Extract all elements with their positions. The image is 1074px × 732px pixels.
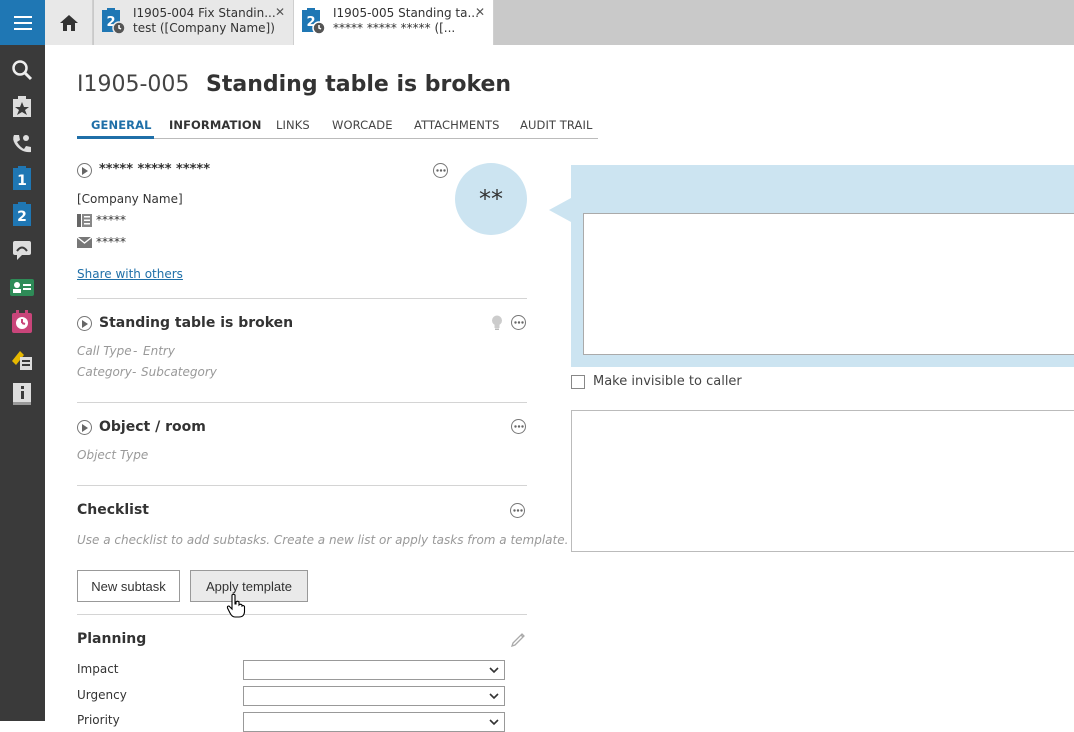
caller-name: ***** ***** ***** <box>99 162 211 177</box>
speech-bubble-tail <box>549 198 571 222</box>
checklist-hint: Use a checklist to add subtasks. Create … <box>77 533 569 547</box>
priority-select[interactable] <box>243 712 505 732</box>
ticket-2-clock-icon: 2 <box>102 8 126 35</box>
separator: - <box>133 344 138 358</box>
urgency-select[interactable] <box>243 686 505 706</box>
divider <box>77 402 527 403</box>
internal-note-input[interactable] <box>571 410 1074 552</box>
page-tabs: GENERAL INFORMATION LINKS WORCADE ATTACH… <box>77 118 598 139</box>
alarm-clock-icon[interactable] <box>8 308 36 336</box>
expand-caller-button[interactable] <box>77 163 92 178</box>
svg-text:1: 1 <box>17 173 27 189</box>
entry-field[interactable]: Entry <box>143 344 175 358</box>
caller-email: ***** <box>96 235 126 249</box>
ticket-id: I1905-005 <box>77 72 190 97</box>
impact-select[interactable] <box>243 660 505 680</box>
menu-button[interactable] <box>0 0 45 45</box>
urgency-label: Urgency <box>77 688 127 702</box>
edit-pen-icon[interactable] <box>510 630 527 647</box>
rocket-list-icon[interactable] <box>8 345 36 373</box>
separator: - <box>132 365 137 379</box>
left-nav: 1 2 <box>0 0 45 721</box>
chat-icon[interactable] <box>8 236 36 264</box>
object-title: Object / room <box>99 419 206 435</box>
hand-cursor-icon <box>226 593 246 618</box>
caller-company: [Company Name] <box>77 192 183 206</box>
caller-message-input[interactable] <box>583 213 1074 355</box>
active-tab-indicator <box>77 136 154 139</box>
call-type-field[interactable]: Call Type <box>77 344 132 358</box>
lightbulb-icon[interactable] <box>491 315 503 330</box>
divider <box>77 485 527 486</box>
chevron-down-icon <box>489 719 499 726</box>
tab-links[interactable]: LINKS <box>276 118 310 132</box>
search-icon[interactable] <box>8 56 36 84</box>
object-type-field[interactable]: Object Type <box>77 448 148 462</box>
make-invisible-label: Make invisible to caller <box>593 374 742 389</box>
document-tab-bar: 2 I1905-004 Fix Standin... test ([Compan… <box>45 0 1074 45</box>
tab-information[interactable]: INFORMATION <box>169 118 261 132</box>
checklist-more-button[interactable] <box>510 503 525 518</box>
phone-book-icon <box>77 214 92 227</box>
play-icon <box>82 166 88 175</box>
checklist-title: Checklist <box>77 502 149 518</box>
apply-template-button[interactable]: Apply template <box>190 570 308 602</box>
expand-summary-button[interactable] <box>77 316 92 331</box>
expand-object-button[interactable] <box>77 420 92 435</box>
tab-subtitle: test ([Company Name]) <box>133 21 275 35</box>
object-more-button[interactable] <box>511 419 526 434</box>
close-tab-icon[interactable]: ✕ <box>275 5 285 19</box>
email-icon <box>77 237 92 248</box>
home-icon <box>59 14 78 31</box>
summary-title: Standing table is broken <box>99 315 294 331</box>
star-ticket-icon[interactable] <box>8 93 36 121</box>
divider <box>77 298 527 299</box>
ticket-2-clock-icon: 2 <box>302 8 326 35</box>
menu-icon <box>13 15 32 30</box>
share-with-others-link[interactable]: Share with others <box>77 267 183 281</box>
play-icon <box>82 319 88 328</box>
tab-general[interactable]: GENERAL <box>91 118 152 132</box>
tab-i1905-004[interactable]: 2 I1905-004 Fix Standin... test ([Compan… <box>94 0 294 45</box>
ticket-1-icon[interactable]: 1 <box>8 164 36 192</box>
more-icon <box>513 321 524 324</box>
tab-attachments[interactable]: ATTACHMENTS <box>414 118 500 132</box>
phone-icon[interactable] <box>8 129 36 157</box>
category-field[interactable]: Category <box>77 365 132 379</box>
chevron-down-icon <box>489 667 499 674</box>
caller-phone: ***** <box>96 213 126 227</box>
home-tab[interactable] <box>45 0 93 45</box>
tab-audit-trail[interactable]: AUDIT TRAIL <box>520 118 593 132</box>
page-title: Standing table is broken <box>206 72 512 97</box>
tab-title: I1905-004 Fix Standin... <box>133 6 276 20</box>
chevron-down-icon <box>489 693 499 700</box>
impact-label: Impact <box>77 662 119 676</box>
planning-title: Planning <box>77 631 147 647</box>
contact-card-icon[interactable] <box>8 273 36 301</box>
caller-more-button[interactable] <box>433 163 448 178</box>
ticket-2-icon[interactable]: 2 <box>8 200 36 228</box>
info-book-icon[interactable] <box>8 380 36 408</box>
summary-more-button[interactable] <box>511 315 526 330</box>
avatar: ** <box>455 163 527 235</box>
tab-worcade[interactable]: WORCADE <box>332 118 393 132</box>
subcategory-field[interactable]: Subcategory <box>141 365 217 379</box>
more-icon <box>513 425 524 428</box>
close-tab-icon[interactable]: ✕ <box>475 5 485 19</box>
make-invisible-checkbox[interactable] <box>571 375 585 389</box>
play-icon <box>82 423 88 432</box>
svg-text:2: 2 <box>17 209 27 225</box>
new-subtask-button[interactable]: New subtask <box>77 570 180 602</box>
tab-i1905-005[interactable]: 2 I1905-005 Standing ta... ***** ***** *… <box>294 0 494 45</box>
more-icon <box>512 509 523 512</box>
more-icon <box>435 169 446 172</box>
tab-title: I1905-005 Standing ta... <box>333 6 479 20</box>
priority-label: Priority <box>77 713 120 727</box>
tab-subtitle: ***** ***** ***** ([... <box>333 21 456 35</box>
divider <box>77 614 527 615</box>
